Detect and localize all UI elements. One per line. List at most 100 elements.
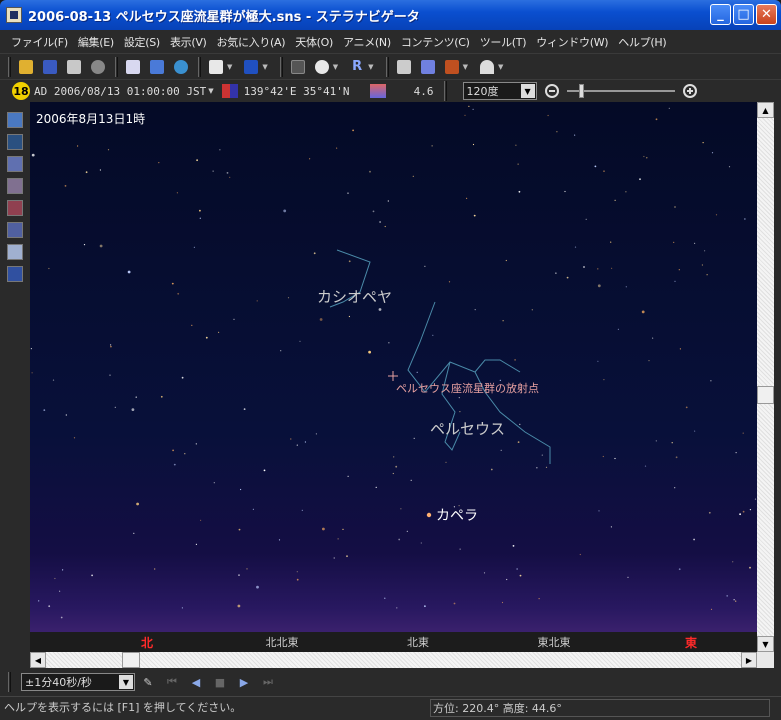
menu-tools[interactable]: ツール(T) (475, 34, 532, 50)
app-icon (6, 7, 22, 23)
pointer-dropdown-icon[interactable]: ▼ (227, 63, 232, 71)
zoom-in-icon[interactable] (682, 84, 697, 98)
play-reverse-icon: ◀ (191, 675, 201, 689)
frame-button[interactable] (287, 57, 309, 77)
go-end-button[interactable]: ⏭ (257, 672, 279, 692)
menu-edit[interactable]: 編集(E) (73, 34, 119, 50)
display-dropdown-icon[interactable]: ▼ (262, 63, 267, 71)
help-text: ヘルプを表示するには [F1] を押してください。 (4, 701, 242, 714)
scroll-left-button[interactable]: ◀ (30, 652, 46, 668)
title-bar: 2006-08-13 ペルセウス座流星群が極大.sns - ステラナビゲータ _… (0, 0, 781, 30)
direction-ene: 東北東 (537, 636, 571, 649)
location-flag-icon[interactable] (221, 84, 238, 98)
print-button[interactable] (63, 57, 85, 77)
menu-file[interactable]: ファイル(F) (6, 34, 73, 50)
horizontal-scroll-thumb[interactable] (122, 652, 140, 668)
close-button[interactable]: ✕ (756, 4, 777, 25)
fov-dropdown-icon[interactable]: ▼ (520, 84, 535, 98)
play-reverse-button[interactable]: ◀ (185, 672, 207, 692)
speed-select[interactable]: ±1分40秒/秒 ▼ (21, 673, 135, 691)
scroll-up-button[interactable]: ▲ (757, 102, 774, 118)
globe-button[interactable] (170, 57, 192, 77)
telescope-button[interactable] (441, 57, 463, 77)
observatory-button[interactable] (476, 57, 498, 77)
open-button[interactable] (15, 57, 37, 77)
window-title: 2006-08-13 ペルセウス座流星群が極大.sns - ステラナビゲータ (28, 9, 420, 25)
calendar-button[interactable] (122, 57, 144, 77)
cassiopeia-label: カシオペヤ (317, 288, 393, 306)
scroll-corner (757, 652, 774, 668)
telescope-dropdown-icon[interactable]: ▼ (463, 63, 468, 71)
sky-view[interactable]: 2006年8月13日1時 カシオペヤ ペルセウス ペルセウス座流星群の放射点 カ… (30, 102, 757, 652)
horizon-tool-icon[interactable] (7, 244, 23, 260)
stop-button[interactable]: ■ (209, 672, 231, 692)
crosshair-tool-icon[interactable] (7, 112, 23, 128)
fov-select[interactable]: 120度 ▼ (462, 82, 537, 100)
anim-settings-button[interactable]: ✎ (137, 672, 159, 692)
menu-window[interactable]: ウィンドウ(W) (531, 34, 613, 50)
right-frame (774, 102, 781, 668)
vertical-scrollbar[interactable]: ▲ ▼ (757, 102, 774, 652)
vertical-scroll-thumb[interactable] (757, 386, 774, 404)
toolbar-grip-5[interactable] (385, 56, 389, 77)
coordinates-display[interactable]: 139°42'E 35°41'N (244, 85, 350, 98)
toolbar-grip-3[interactable] (198, 56, 201, 77)
menu-celestial[interactable]: 天体(O) (290, 34, 338, 50)
compass-button[interactable] (311, 57, 333, 77)
observatory-dropdown-icon[interactable]: ▼ (498, 63, 503, 71)
toolbar-grip-2[interactable] (115, 56, 118, 77)
folder-icon (19, 59, 33, 74)
main-toolbar: ▼ ▼ ▼ R ▼ ▼ ▼ (0, 54, 781, 80)
magnitude-value[interactable]: 4.6 (406, 85, 434, 98)
horizon-bar: 北 北北東 北東 東北東 東 (30, 632, 757, 652)
star-chart-tool-icon[interactable] (7, 222, 23, 238)
datetime-display[interactable]: AD 2006/08/13 01:00:00 JST (34, 85, 206, 98)
status-bar: ヘルプを表示するには [F1] を押してください。 方位: 220.4° 高度:… (0, 696, 781, 720)
toolbar-grip-4[interactable] (279, 56, 283, 77)
zoom-out-icon[interactable] (544, 84, 559, 98)
calculator-button[interactable] (393, 57, 415, 77)
comet-tool-icon[interactable] (7, 156, 23, 172)
menu-favorites[interactable]: お気に入り(A) (212, 34, 291, 50)
timezone-dropdown-icon[interactable]: ▼ (208, 87, 213, 95)
play-forward-button[interactable]: ▶ (233, 672, 255, 692)
menu-help[interactable]: ヘルプ(H) (613, 34, 671, 50)
reset-dropdown-icon[interactable]: ▼ (368, 63, 373, 71)
constellation-tool-icon[interactable] (7, 134, 23, 150)
save-button[interactable] (39, 57, 61, 77)
menu-view[interactable]: 表示(V) (165, 34, 212, 50)
toolbar-grip[interactable] (8, 56, 11, 77)
planet-tool-icon[interactable] (7, 200, 23, 216)
constellation-lines (329, 249, 551, 518)
compass-dropdown-icon[interactable]: ▼ (333, 63, 338, 71)
undo-button[interactable] (87, 57, 109, 77)
frame-icon (290, 59, 305, 74)
maximize-button[interactable]: □ (733, 4, 754, 25)
magnitude-icon[interactable] (369, 84, 386, 98)
pointer-button[interactable] (205, 57, 227, 77)
reset-button[interactable]: R (346, 57, 368, 77)
scroll-down-button[interactable]: ▼ (757, 636, 774, 652)
zoom-slider-thumb[interactable] (578, 84, 584, 98)
printer-icon (67, 59, 81, 74)
animbar-grip[interactable] (8, 672, 11, 692)
direction-nne: 北北東 (265, 636, 299, 649)
date-label: 2006年8月13日1時 (36, 112, 146, 126)
horizontal-scrollbar[interactable]: ◀ ▶ (30, 652, 757, 668)
go-start-button[interactable]: ⏮ (161, 672, 183, 692)
meteor-tool-icon[interactable] (7, 178, 23, 194)
menu-settings[interactable]: 設定(S) (119, 34, 165, 50)
menu-contents[interactable]: コンテンツ(C) (396, 34, 475, 50)
speed-dropdown-icon[interactable]: ▼ (119, 675, 133, 689)
location-button[interactable] (146, 57, 168, 77)
direction-ne: 北東 (407, 636, 429, 649)
toolbar-grip-6[interactable] (443, 81, 447, 101)
calendar-icon (126, 59, 140, 74)
milkyway-tool-icon[interactable] (7, 266, 23, 282)
minimize-button[interactable]: _ (710, 4, 731, 25)
menu-anime[interactable]: アニメ(N) (338, 34, 396, 50)
zoom-slider[interactable] (566, 84, 675, 98)
chart-button[interactable] (417, 57, 439, 77)
scroll-right-button[interactable]: ▶ (741, 652, 757, 668)
display-button[interactable] (240, 57, 262, 77)
